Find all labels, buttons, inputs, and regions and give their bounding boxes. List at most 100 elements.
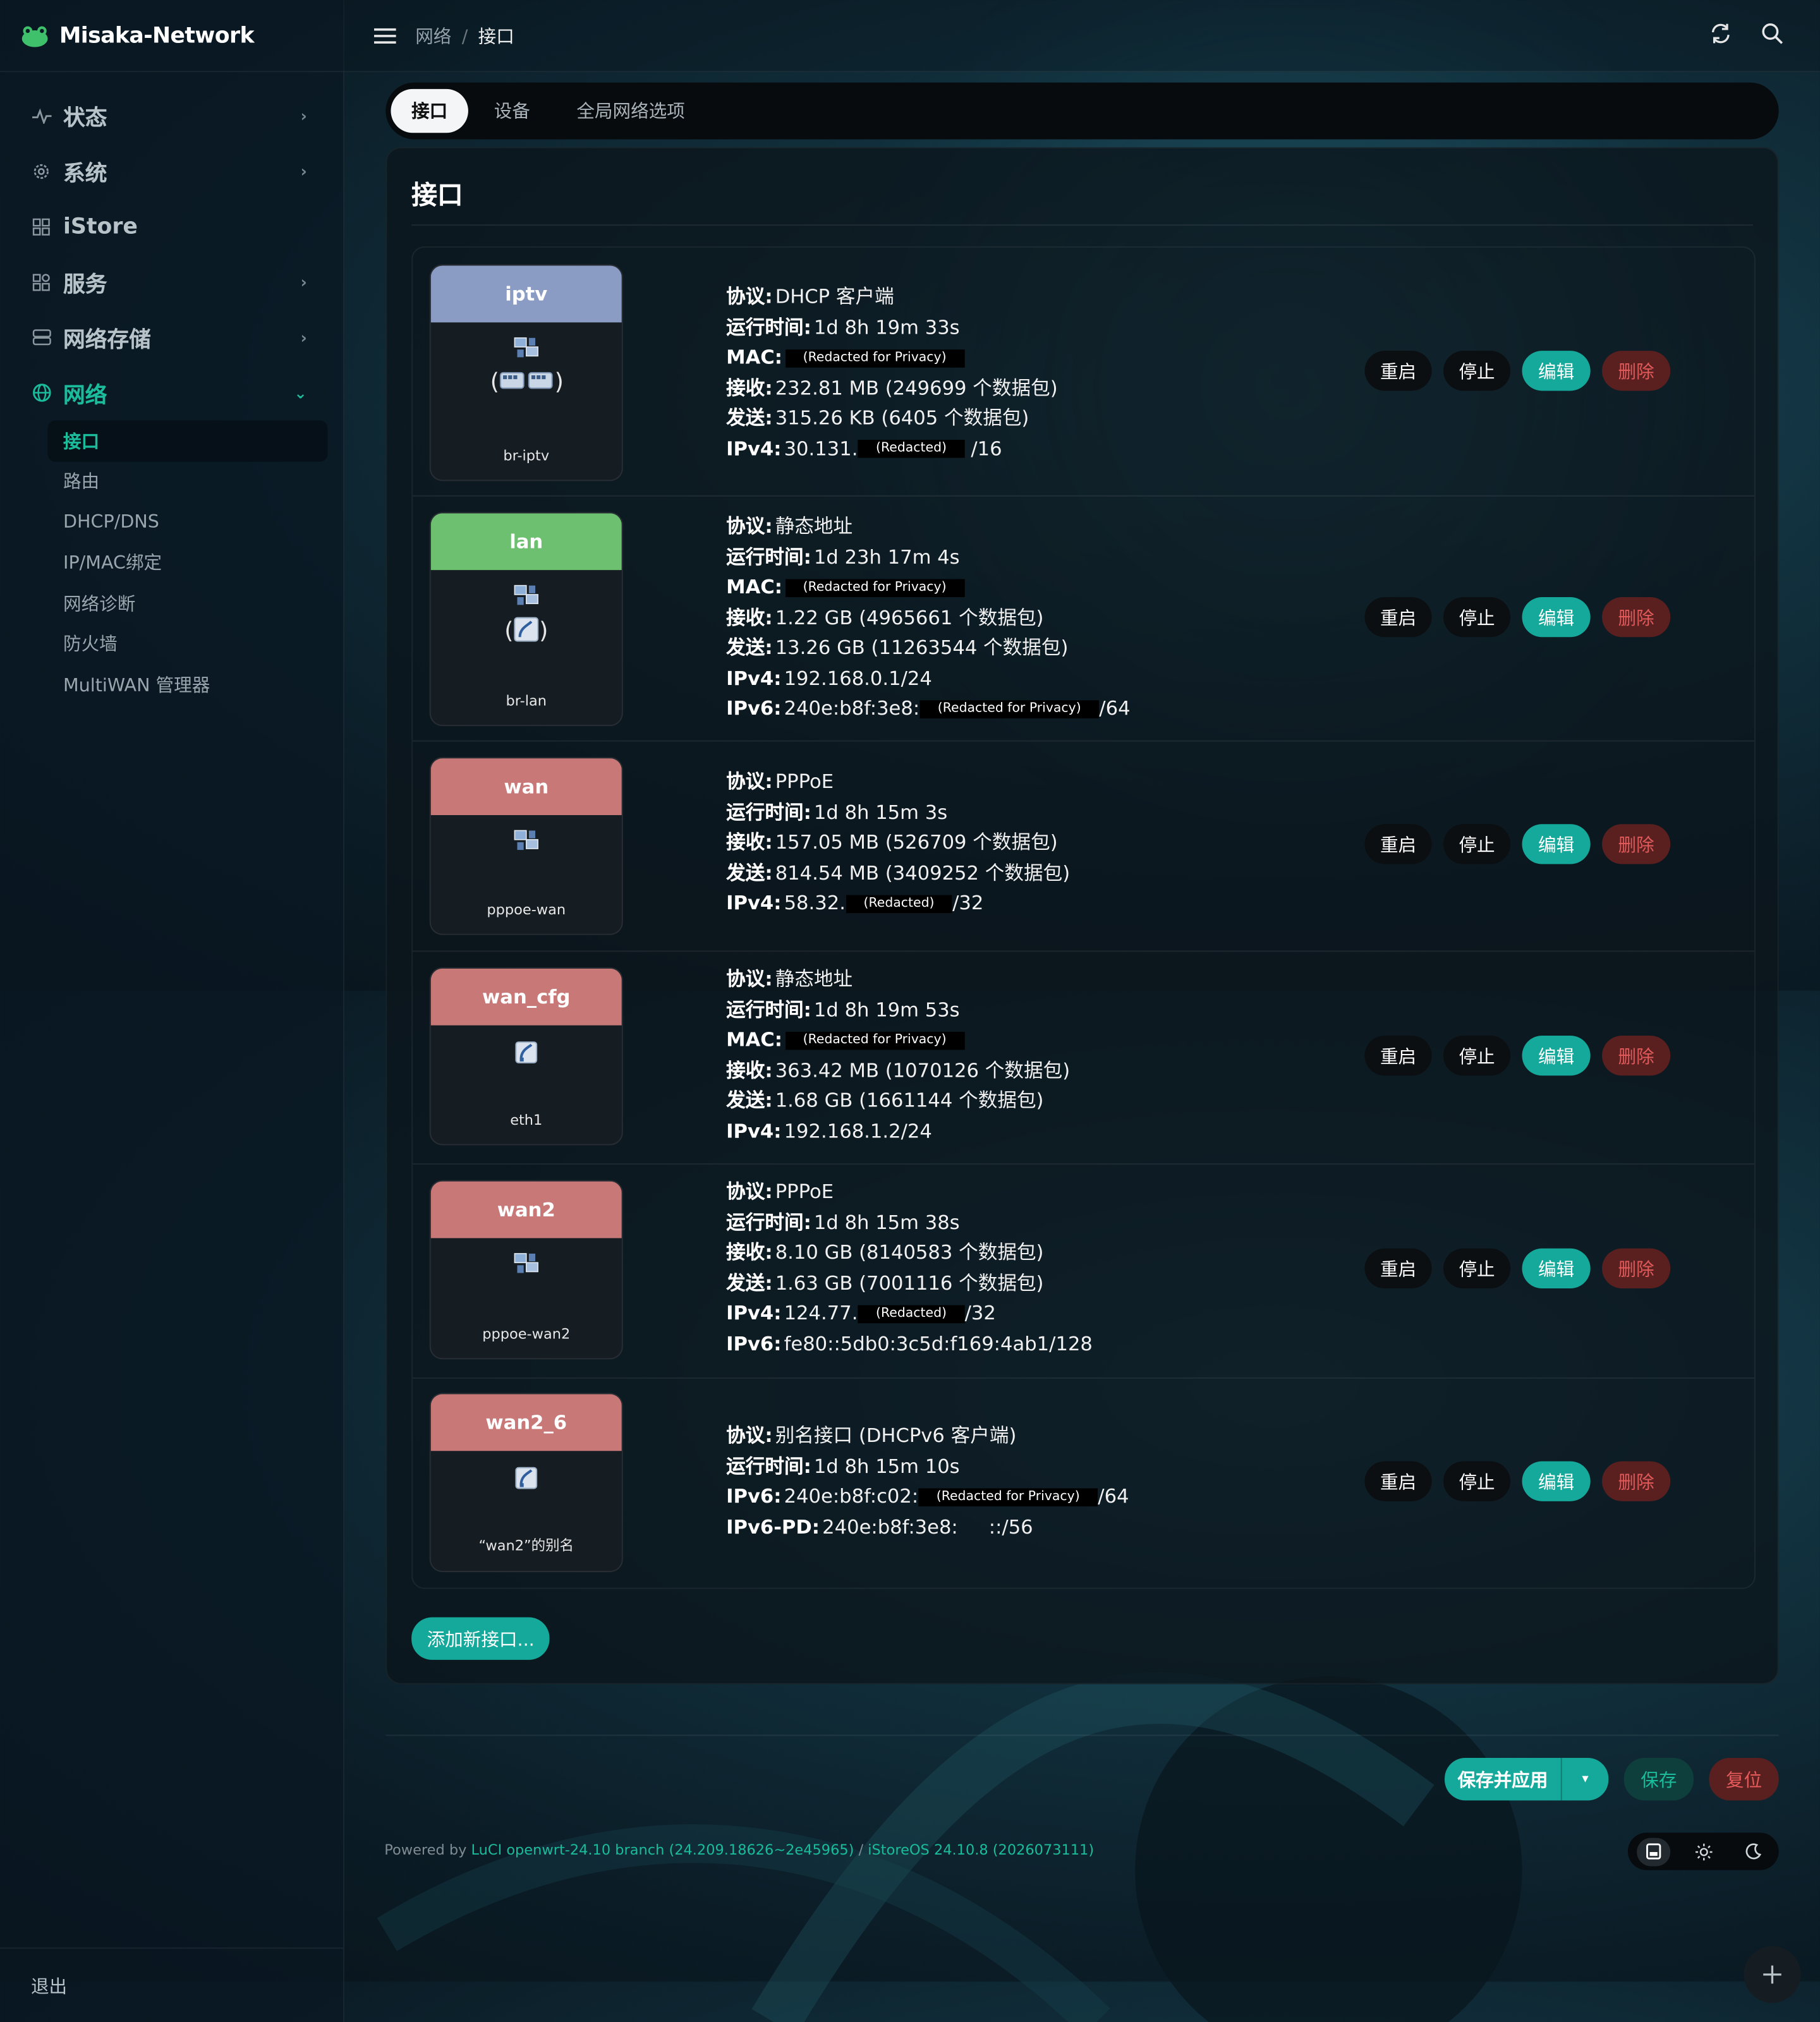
stop-button[interactable]: 停止 [1443, 597, 1511, 638]
interface-device-icons [431, 829, 622, 852]
interface-badge[interactable]: wan2 pppoe-wan2 [429, 1180, 623, 1360]
edit-button[interactable]: 编辑 [1522, 1461, 1591, 1501]
save-button[interactable]: 保存 [1623, 1758, 1694, 1801]
floating-add-button[interactable] [1744, 1946, 1801, 2003]
sidebar-subitem-dhcp-dns[interactable]: DHCP/DNS [48, 502, 328, 542]
status-label: IPv6: [726, 1331, 782, 1355]
sidebar-item-status[interactable]: 状态 › [0, 88, 343, 143]
delete-button[interactable]: 删除 [1602, 1036, 1671, 1076]
redacted-value: (Redacted for Privacy) [785, 1031, 965, 1050]
search-icon[interactable] [1761, 22, 1784, 45]
interface-badge[interactable]: wan pppoe-wan [429, 757, 623, 935]
interface-status: 协议: 别名接口 (DHCPv6 客户端) 运行时间: 1d 8h 15m 10s IP… [726, 1421, 1129, 1542]
redacted-value: (Redacted) [858, 440, 965, 458]
status-value: DHCP 客户端 [775, 285, 894, 308]
edit-button[interactable]: 编辑 [1522, 1248, 1591, 1289]
sidebar-subitem-multiwan[interactable]: MultiWAN 管理器 [48, 664, 328, 705]
stop-button[interactable]: 停止 [1443, 1036, 1511, 1076]
restart-button[interactable]: 重启 [1364, 597, 1432, 638]
sidebar-subitem-diagnostics[interactable]: 网络诊断 [48, 583, 328, 624]
status-label: 运行时间: [726, 315, 811, 339]
restart-button[interactable]: 重启 [1364, 1461, 1432, 1501]
status-line: 协议: 别名接口 (DHCPv6 客户端) [726, 1421, 1129, 1451]
theme-auto-button[interactable] [1636, 1837, 1670, 1866]
interface-row: wan pppoe-wan 协议: PPPoE 运行时间: 1d 8h 15m 3s 接收:… [413, 741, 1754, 952]
sidebar-item-network[interactable]: 网络 ⌄ [0, 365, 343, 421]
interface-badge[interactable]: wan_cfg eth1 [429, 967, 623, 1146]
edit-button[interactable]: 编辑 [1522, 824, 1591, 864]
theme-dark-button[interactable] [1737, 1837, 1770, 1866]
restart-button[interactable]: 重启 [1364, 824, 1432, 864]
interface-badge[interactable]: iptv () br-iptv [429, 264, 623, 481]
theme-light-button[interactable] [1687, 1837, 1720, 1866]
sidebar-subitem-routes[interactable]: 路由 [48, 461, 328, 502]
interface-badge[interactable]: wan2_6 “wan2”的别名 [429, 1393, 623, 1573]
status-value: 静态地址 [775, 514, 853, 538]
refresh-icon[interactable] [1709, 22, 1732, 45]
save-apply-dropdown-icon[interactable]: ▾ [1562, 1758, 1608, 1800]
delete-button[interactable]: 删除 [1602, 351, 1671, 391]
status-label: 运行时间: [726, 545, 811, 569]
sidebar-item-system[interactable]: 系统 › [0, 143, 343, 199]
tab-interfaces[interactable]: 接口 [391, 88, 468, 133]
breadcrumb-parent[interactable]: 网络 [415, 27, 451, 47]
stop-button[interactable]: 停止 [1443, 1248, 1511, 1289]
sidebar-subitem-interfaces[interactable]: 接口 [47, 420, 328, 461]
delete-button[interactable]: 删除 [1602, 1461, 1671, 1501]
status-value: PPPoE [775, 1180, 834, 1204]
istoreos-link[interactable]: iStoreOS 24.10.8 (2026073111) [868, 1842, 1094, 1859]
reset-button[interactable]: 复位 [1709, 1758, 1779, 1801]
redacted-value: (Redacted for Privacy) [918, 1487, 1098, 1506]
logout-link[interactable]: 退出 [0, 1947, 343, 2022]
delete-button[interactable]: 删除 [1602, 1248, 1671, 1289]
interface-row: lan() br-lan 协议: 静态地址 运行时间: 1d 23h 17m 4s MAC:… [413, 495, 1754, 742]
status-line: 发送: 1.68 GB (1661144 个数据包) [726, 1086, 1070, 1117]
stop-button[interactable]: 停止 [1443, 824, 1511, 864]
menu-toggle-icon[interactable] [373, 27, 397, 45]
status-value: 363.42 MB (1070126 个数据包) [775, 1058, 1071, 1082]
auto-theme-icon [1646, 1843, 1661, 1860]
page-title: 接口 [411, 179, 463, 210]
status-line: 运行时间: 1d 8h 15m 38s [726, 1208, 1093, 1238]
delete-button[interactable]: 删除 [1602, 597, 1671, 638]
stop-button[interactable]: 停止 [1443, 351, 1511, 391]
status-label: MAC: [726, 346, 783, 369]
interface-badge[interactable]: lan () br-lan [429, 512, 623, 727]
sidebar-item-istore[interactable]: iStore [0, 198, 343, 254]
tab-global-options[interactable]: 全局网络选项 [556, 89, 706, 133]
edit-button[interactable]: 编辑 [1522, 351, 1591, 391]
brand[interactable]: Misaka-Network [0, 0, 343, 73]
frog-logo-icon [21, 25, 48, 47]
edit-button[interactable]: 编辑 [1522, 1036, 1591, 1076]
luci-link[interactable]: LuCI openwrt-24.10 branch (24.209.18626~… [471, 1842, 854, 1859]
interface-device-name: br-lan [506, 693, 547, 710]
status-line: 接收: 1.22 GB (4965661 个数据包) [726, 603, 1130, 633]
sidebar-item-services[interactable]: 服务 › [0, 254, 343, 310]
sidebar-subitem-firewall[interactable]: 防火墙 [48, 624, 328, 664]
status-line: IPv6-PD: 240e:b8f:3e8: ::/56 [726, 1512, 1129, 1542]
status-line: IPv4: 192.168.1.2/24 [726, 1117, 1070, 1147]
status-value: 1d 8h 19m 53s [813, 997, 960, 1021]
delete-button[interactable]: 删除 [1602, 824, 1671, 864]
status-label: IPv4: [726, 891, 782, 915]
status-value: 30.131. [784, 436, 858, 460]
sidebar-item-label: iStore [63, 213, 138, 239]
sidebar-item-label: 系统 [63, 161, 107, 187]
interface-device-name: pppoe-wan [487, 901, 566, 919]
status-label: 发送: [726, 406, 773, 430]
sidebar-item-nas[interactable]: 网络存储 › [0, 310, 343, 365]
restart-button[interactable]: 重启 [1364, 1036, 1432, 1076]
status-line: IPv4: 58.32. (Redacted)/32 [726, 888, 1070, 919]
restart-button[interactable]: 重启 [1364, 351, 1432, 391]
add-interface-button[interactable]: 添加新接口... [411, 1617, 550, 1660]
save-apply-button[interactable]: 保存并应用 [1445, 1758, 1562, 1801]
grid-icon [31, 216, 52, 237]
tab-devices[interactable]: 设备 [473, 89, 550, 133]
edit-button[interactable]: 编辑 [1522, 597, 1591, 638]
sidebar-subitem-ip-mac-bind[interactable]: IP/MAC绑定 [48, 542, 328, 583]
stop-button[interactable]: 停止 [1443, 1461, 1511, 1501]
sidebar: Misaka-Network 状态 › 系统 › iStore 服务 › 网络存… [0, 0, 344, 2022]
status-line: MAC: (Redacted for Privacy) [726, 572, 1130, 603]
restart-button[interactable]: 重启 [1364, 1248, 1432, 1289]
chevron-right-icon: › [300, 272, 307, 291]
